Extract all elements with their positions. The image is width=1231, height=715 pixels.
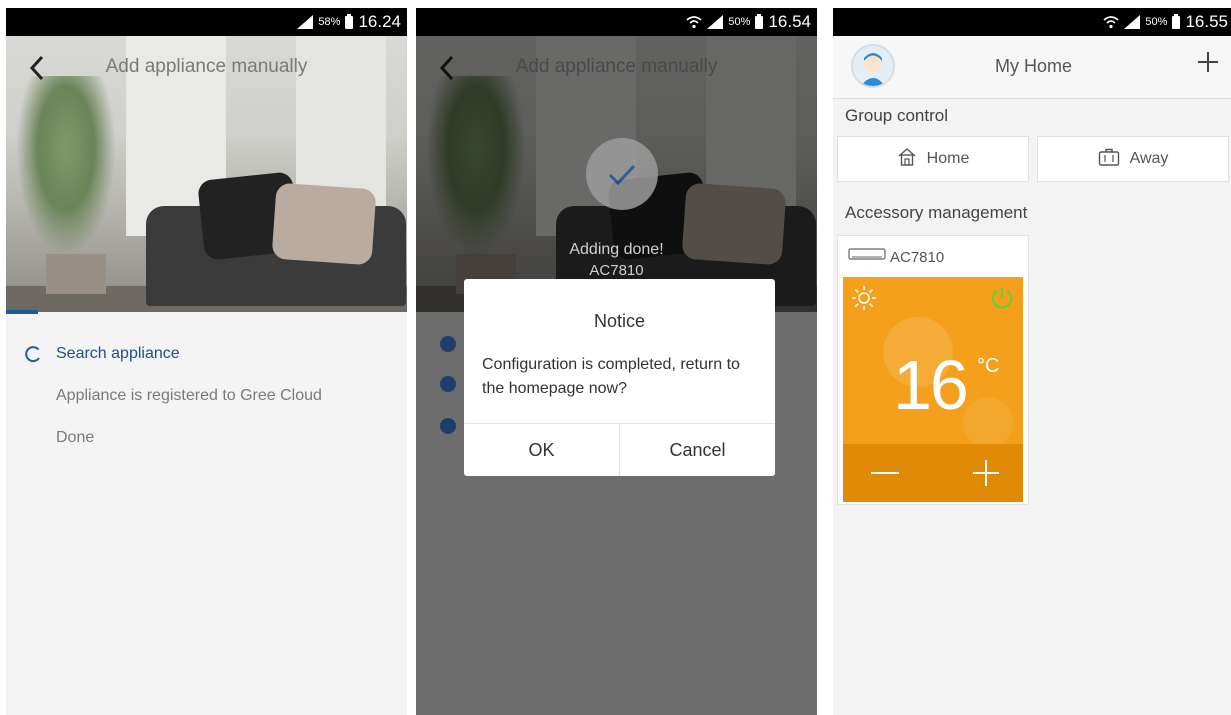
step-done-icon bbox=[440, 376, 456, 392]
step-label: Appliance is registered to Gree Cloud bbox=[56, 387, 322, 404]
step-item: Search appliance bbox=[24, 333, 407, 375]
away-mode-button[interactable]: Away bbox=[1037, 136, 1229, 182]
clock: 16.24 bbox=[358, 12, 401, 31]
away-button-label: Away bbox=[1129, 150, 1169, 167]
screen-my-home: 50% 16.55 My Home Group control Home Awa… bbox=[833, 8, 1231, 715]
page-title: Add appliance manually bbox=[105, 56, 308, 77]
home-button-label: Home bbox=[926, 150, 970, 167]
ac-unit-icon bbox=[848, 248, 886, 266]
sun-mode-icon[interactable] bbox=[851, 285, 877, 316]
screen-add-appliance: 58% 16.24 Add appliance manually Search … bbox=[6, 8, 407, 715]
group-control-label: Group control bbox=[845, 106, 948, 125]
home-mode-button[interactable]: Home bbox=[837, 136, 1029, 182]
accessory-label: Accessory management bbox=[845, 203, 1028, 222]
step-done-icon bbox=[440, 336, 456, 352]
check-icon bbox=[586, 138, 658, 210]
device-name: AC7810 bbox=[848, 248, 944, 266]
battery-percent: 58% bbox=[318, 16, 341, 28]
signal-icon bbox=[707, 15, 724, 29]
step-label: Search appliance bbox=[56, 345, 180, 362]
ac-control-panel: 16 °C bbox=[843, 277, 1023, 502]
step-done-icon bbox=[440, 418, 456, 434]
step-label: Done bbox=[56, 429, 95, 446]
battery-icon bbox=[1172, 13, 1181, 29]
battery-icon bbox=[755, 13, 764, 29]
clock: 16.55 bbox=[1185, 12, 1228, 31]
clock: 16.54 bbox=[768, 12, 811, 31]
cancel-button[interactable]: Cancel bbox=[619, 424, 775, 476]
signal-icon bbox=[297, 15, 314, 29]
step-item: Done bbox=[24, 417, 407, 459]
temperature-unit: °C bbox=[977, 355, 1000, 377]
dialog-title: Notice bbox=[593, 311, 646, 331]
signal-icon bbox=[1124, 15, 1141, 29]
status-bar: 58% 16.24 bbox=[6, 8, 407, 36]
decrease-temperature-button[interactable] bbox=[865, 458, 905, 488]
notice-dialog: Notice Configuration is completed, retur… bbox=[464, 279, 775, 476]
page-title: My Home bbox=[994, 56, 1072, 76]
device-name-text: AC7810 bbox=[589, 262, 644, 279]
add-icon[interactable] bbox=[1196, 50, 1220, 74]
progress-bar bbox=[6, 310, 39, 314]
wifi-icon bbox=[1103, 15, 1119, 29]
wifi-icon bbox=[686, 15, 702, 29]
status-bar: 50% 16.54 bbox=[416, 8, 817, 36]
suitcase-icon bbox=[1098, 147, 1120, 172]
battery-icon bbox=[345, 13, 354, 29]
spinner-icon bbox=[24, 344, 56, 364]
home-icon bbox=[897, 147, 917, 172]
step-item: Appliance is registered to Gree Cloud bbox=[24, 375, 407, 417]
status-bar: 50% 16.55 bbox=[833, 8, 1231, 36]
app-header: My Home bbox=[833, 36, 1231, 99]
screen-adding-done: 50% 16.54 Add appliance manually Adding … bbox=[416, 8, 817, 715]
dialog-buttons: OK Cancel bbox=[464, 423, 775, 476]
battery-percent: 50% bbox=[728, 16, 751, 28]
increase-temperature-button[interactable] bbox=[971, 458, 1001, 488]
ok-button[interactable]: OK bbox=[464, 424, 619, 476]
step-list: Search appliance Appliance is registered… bbox=[24, 333, 407, 459]
device-name-label: AC7810 bbox=[890, 248, 945, 266]
power-icon[interactable] bbox=[989, 285, 1015, 316]
adding-done-text: Adding done! bbox=[569, 241, 664, 258]
device-card[interactable]: AC7810 16 °C bbox=[837, 235, 1029, 505]
battery-percent: 50% bbox=[1145, 16, 1168, 28]
temperature-value: 16 bbox=[893, 346, 969, 424]
page-title: Add appliance manually bbox=[515, 56, 718, 77]
dialog-message: Configuration is completed, return to th… bbox=[482, 356, 740, 397]
